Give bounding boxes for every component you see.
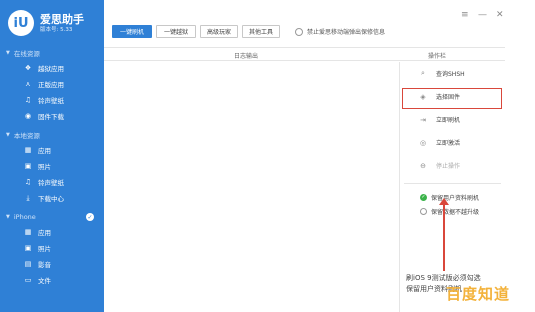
log-title: 日志输出 [234,53,259,60]
option-label: 保留数据不越升级 [431,208,480,216]
sidebar-item-device-media[interactable]: ▤ 影音 [0,256,104,272]
operations-panel: ⌕ 查询SHSH ◈ 选择固件 ⇥ 立即刷机 ◎ 立即激活 ⊖ 停止操作 ✓ 保留用户资料刷… [400,62,505,218]
section-iphone[interactable]: ▼ iPhone ✓ [0,210,104,224]
op-label: 查询SHSH [436,71,465,78]
minimize-icon[interactable]: — [478,10,487,20]
sidebar-item-label: 照片 [38,163,51,171]
one-click-jailbreak-button[interactable]: 一键越狱 [156,25,196,38]
log-output-area [104,62,400,312]
download-icon: ⤓ [26,193,30,202]
divider [404,183,501,184]
stop-icon: ⊖ [420,161,426,170]
section-title: 在线资源 [13,50,40,58]
app-icon: ❖ [24,64,32,72]
folder-icon: ▭ [24,276,32,284]
app-logo-icon: iU [8,10,34,36]
sidebar-item-label: 正版应用 [38,81,64,89]
music-icon: ♫ [24,96,32,104]
radio-button[interactable] [295,27,303,36]
keep-data-flash-option[interactable]: ✓ 保留用户资料刷机 [400,190,505,204]
caret-down-icon: ▼ [6,50,10,56]
sidebar: iU 爱思助手 版本号: 5.33 ▼ 在线资源 ❖ 越狱应用 ⋏ 正版应用 ♫ 铃声… [0,0,104,312]
app-window: iU 爱思助手 版本号: 5.33 ▼ 在线资源 ❖ 越狱应用 ⋏ 正版应用 ♫ 铃声… [0,0,535,312]
sidebar-item-local-ringtones[interactable]: ♫ 铃声壁纸 [0,174,104,190]
film-icon: ▤ [24,260,32,268]
grid-icon: ▦ [24,228,32,236]
other-tools-button[interactable]: 其他工具 [242,25,280,38]
menu-icon[interactable]: ≡ [461,10,469,20]
sidebar-item-label: 应用 [38,147,51,155]
unchecked-radio[interactable] [420,207,427,215]
sidebar-item-jailbreak-apps[interactable]: ❖ 越狱应用 [0,60,104,76]
toolbar: 一键刷机 一键越狱 高级玩家 其他工具 禁止爱思移动端弹出保修信息 ≡ — ✕ [104,0,535,46]
sidebar-item-label: 固件下载 [38,113,64,121]
sidebar-item-label: 铃声壁纸 [38,179,64,187]
sidebar-item-local-photos[interactable]: ▣ 照片 [0,158,104,174]
connected-check-icon: ✓ [86,213,94,221]
stop-operation-button[interactable]: ⊖ 停止操作 [400,154,505,177]
grid-icon: ▦ [24,146,32,154]
sidebar-item-label: 影音 [38,261,51,269]
flash-icon: ⇥ [420,115,426,124]
music-icon: ♫ [24,178,32,186]
section-online[interactable]: ▼ 在线资源 [0,46,104,60]
photo-icon: ▣ [24,162,32,170]
section-title: 本地资源 [13,132,40,140]
ops-title: 操作栏 [428,53,447,60]
section-local[interactable]: ▼ 本地资源 [0,128,104,142]
keep-data-upgrade-option[interactable]: 保留数据不越升级 [400,204,505,218]
sidebar-item-label: 照片 [38,245,51,253]
sidebar-item-ringtones[interactable]: ♫ 铃声壁纸 [0,92,104,108]
select-firmware-highlight-box [402,88,502,109]
caret-down-icon: ▼ [6,132,10,138]
sidebar-item-local-apps[interactable]: ▦ 应用 [0,142,104,158]
sidebar-item-official-apps[interactable]: ⋏ 正版应用 [0,76,104,92]
brand-version: 版本号: 5.33 [40,26,73,33]
sidebar-item-firmware[interactable]: ◉ 固件下载 [0,108,104,124]
sidebar-item-device-files[interactable]: ▭ 文件 [0,272,104,288]
panel-header: 日志输出 操作栏 [104,47,505,61]
sidebar-item-label: 下载中心 [38,195,64,203]
photo-icon: ▣ [24,244,32,252]
activate-icon: ◎ [419,138,427,147]
brand: iU 爱思助手 版本号: 5.33 [0,0,104,46]
caret-down-icon: ▼ [6,214,10,220]
section-title: iPhone [13,213,36,221]
close-icon[interactable]: ✕ [496,10,504,20]
op-label: 立即刷机 [436,117,461,124]
sidebar-item-label: 文件 [38,277,51,285]
sidebar-item-label: 应用 [38,229,51,237]
warranty-popup-option[interactable]: 禁止爱思移动端弹出保修信息 [295,27,385,36]
firmware-icon: ◉ [24,112,32,120]
flash-now-button[interactable]: ⇥ 立即刷机 [400,108,505,131]
brand-name: 爱思助手 [40,12,84,26]
annotation-line [443,203,445,271]
one-click-flash-button[interactable]: 一键刷机 [112,25,152,38]
store-icon: ⋏ [25,80,31,88]
op-label: 立即激活 [436,140,461,147]
query-shsh-button[interactable]: ⌕ 查询SHSH [400,62,505,85]
sidebar-item-downloads[interactable]: ⤓ 下载中心 [0,190,104,206]
search-icon: ⌕ [421,69,425,77]
sidebar-item-device-photos[interactable]: ▣ 照片 [0,240,104,256]
activate-now-button[interactable]: ◎ 立即激活 [400,131,505,154]
radio-label: 禁止爱思移动端弹出保修信息 [307,29,386,36]
sidebar-item-label: 铃声壁纸 [38,97,64,105]
sidebar-item-label: 越狱应用 [38,65,64,73]
checked-icon[interactable]: ✓ [420,193,427,201]
advanced-player-button[interactable]: 高级玩家 [200,25,238,38]
baidu-watermark: 百度知道 [446,285,511,303]
op-label: 停止操作 [436,163,461,170]
sidebar-item-device-apps[interactable]: ▦ 应用 [0,224,104,240]
